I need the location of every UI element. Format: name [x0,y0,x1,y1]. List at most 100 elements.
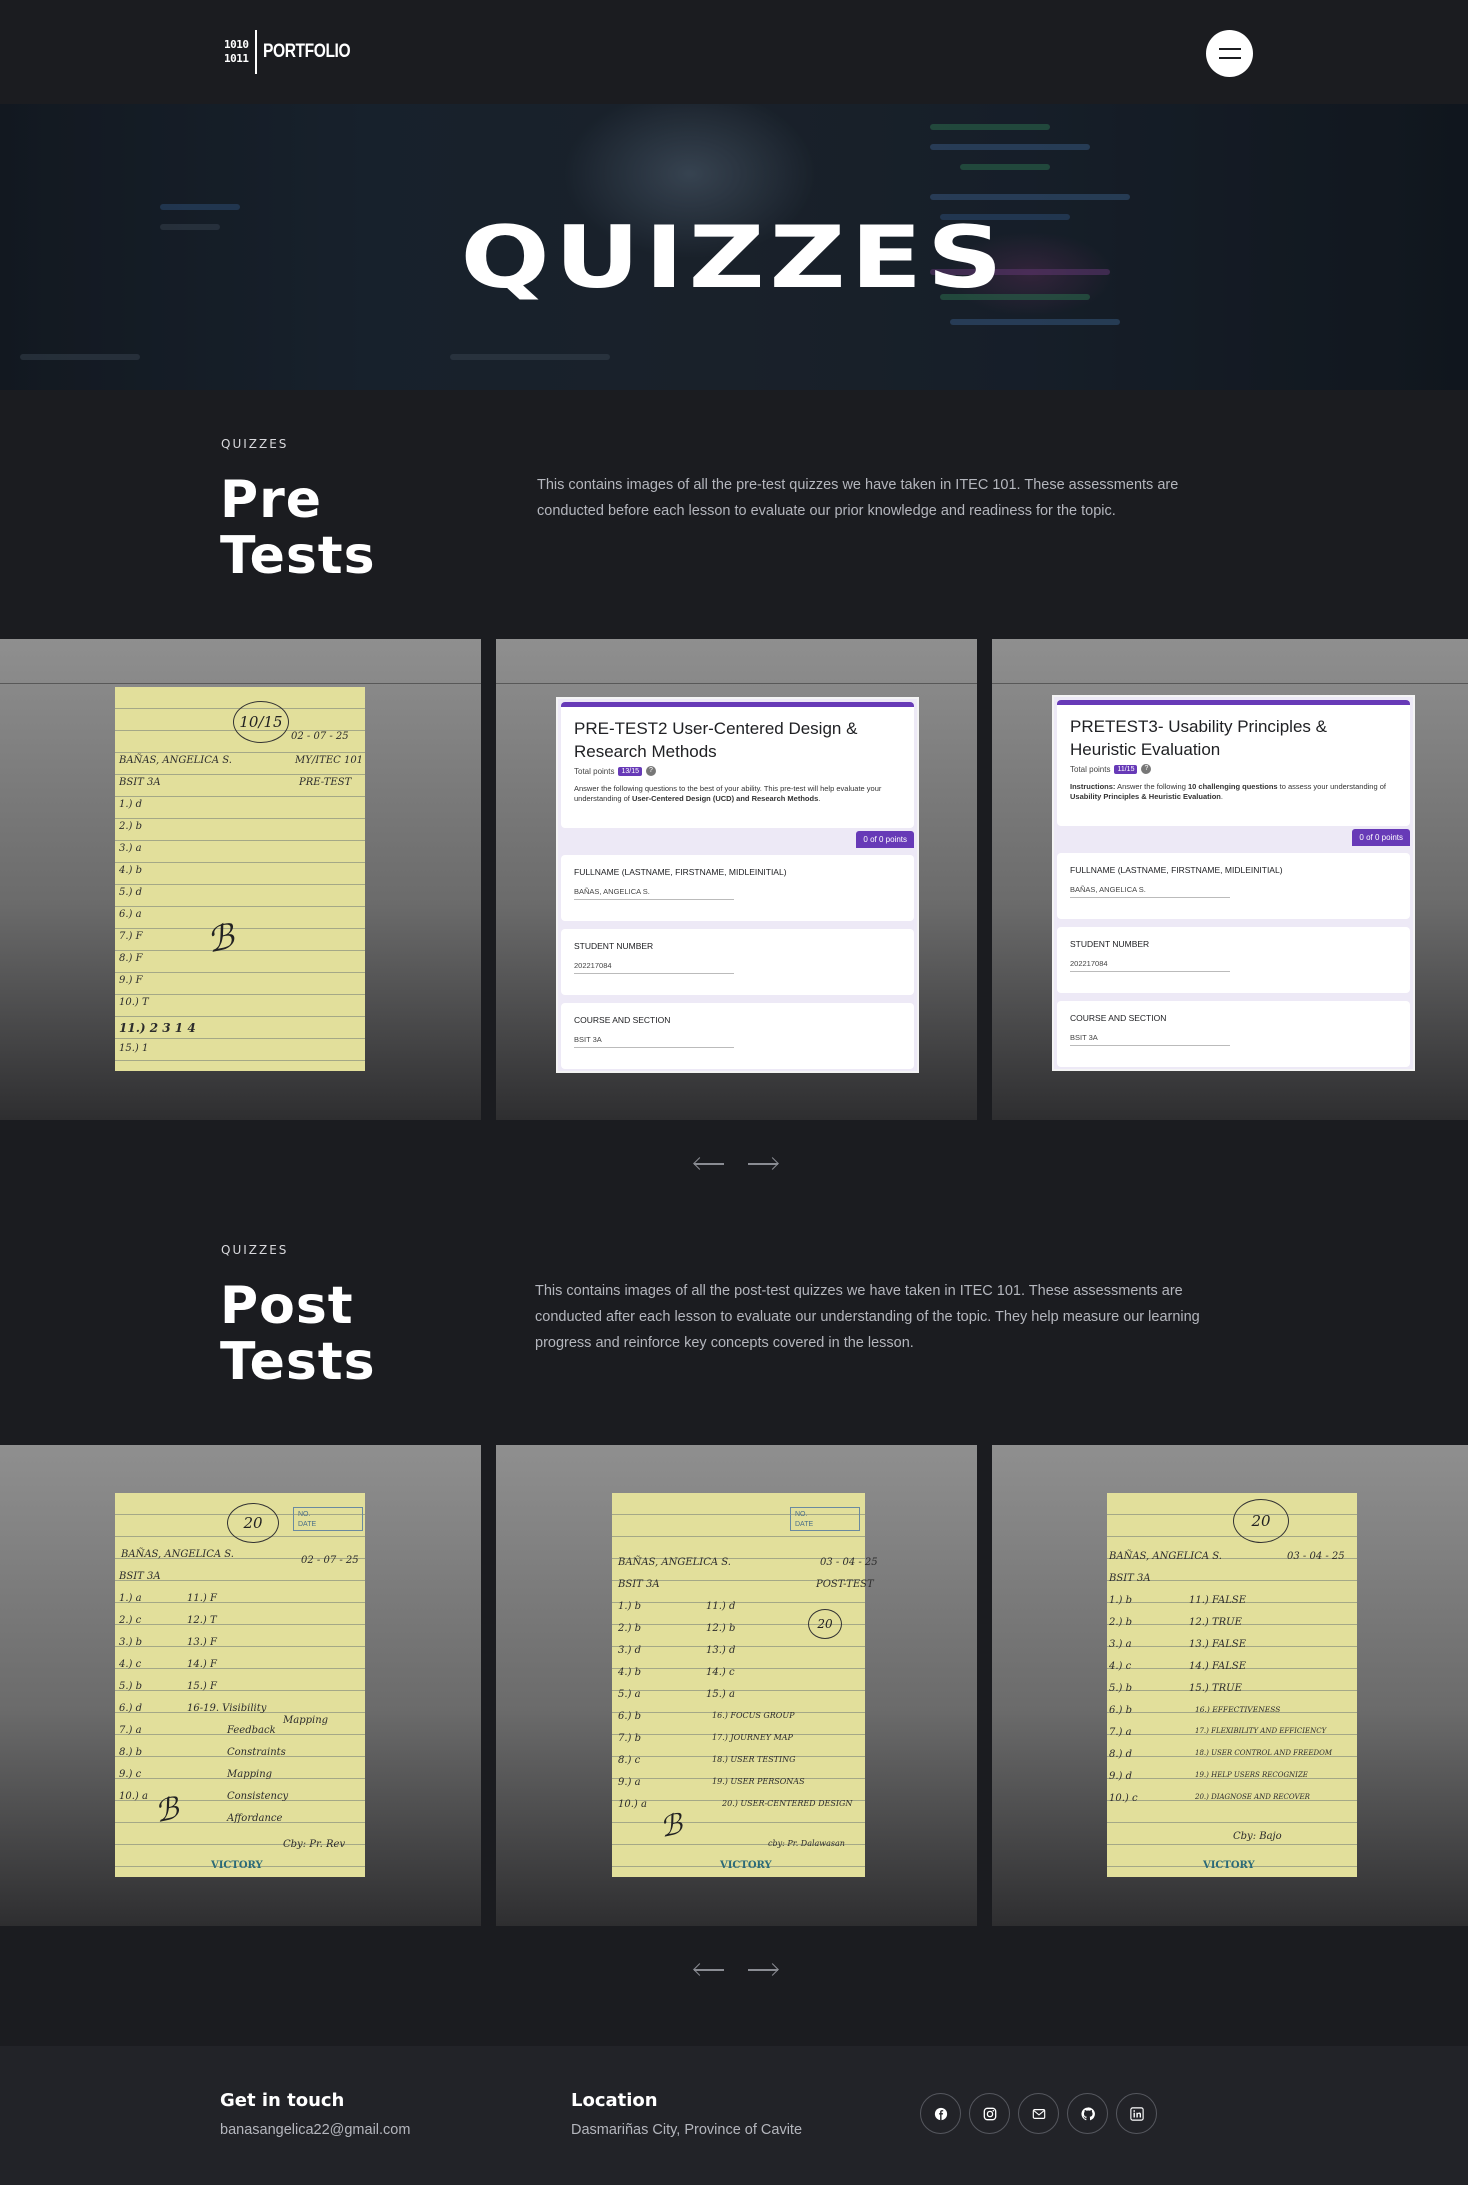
quiz-date: 03 - 04 - 25 [1287,1551,1345,1562]
quiz-answer: 16.) EFFECTIVENESS [1195,1705,1281,1714]
pretest-slide-3[interactable]: PRETEST3- Usability Principles & Heurist… [992,639,1468,1120]
quiz-answer: 2.) b [1109,1617,1133,1628]
posttest-slide-1[interactable]: 20 NO. DATE BAÑAS, ANGELICA S. 02 - 07 - … [0,1445,481,1926]
quiz-answer: 3.) a [119,843,142,854]
field-label: COURSE AND SECTION [1070,1013,1167,1023]
quiz-answer: 20.) USER-CENTERED DESIGN [722,1799,853,1808]
quiz-answer: 11.) F [187,1593,217,1604]
quiz-type: POST-TEST [816,1579,874,1590]
pretest-slide-1[interactable]: 10/15 02 - 07 - 25 BAÑAS, ANGELICA S. MY… [0,639,481,1120]
pretests-title-line-1: Pre [220,470,323,530]
paper-brand-logo: VICTORY [211,1860,263,1871]
quiz-answer: 5.) d [119,887,143,898]
total-points-badge: 13/15 [618,766,642,776]
arrow-right-icon[interactable] [748,1962,779,1978]
quiz-answer: 4.) c [1109,1661,1132,1672]
instagram-link[interactable] [969,2093,1010,2134]
arrow-head [693,1963,706,1976]
posttests-title: Post Tests [220,1278,376,1390]
posttest-slide-3[interactable]: 20 BAÑAS, ANGELICA S. 03 - 04 - 25 BSIT … [992,1445,1468,1926]
checked-by-note: cby: Pr. Dalawasan [768,1839,845,1848]
quiz-answer: 15.) TRUE [1189,1683,1242,1694]
quiz-name: BAÑAS, ANGELICA S. [1109,1551,1222,1562]
contact-heading: Get in touch [220,2090,345,2111]
email-link[interactable] [1018,2093,1059,2134]
field-label: COURSE AND SECTION [574,1015,671,1025]
slide-seam [0,683,481,684]
arrow-left-icon[interactable] [693,1156,724,1172]
arrow-head [766,1157,779,1170]
arrow-head [766,1963,779,1976]
slide-seam [496,683,977,684]
form-header-card: PRE-TEST2 User-Centered Design & Researc… [561,702,914,828]
quiz-answer: 9.) c [119,1769,142,1780]
location-text: Dasmariñas City, Province of Cavite [571,2122,803,2138]
quiz-answer: 10.) a [119,1791,148,1802]
google-form-screenshot: PRE-TEST2 User-Centered Design & Researc… [556,697,919,1073]
no-date-box: NO. DATE [293,1507,363,1531]
logo-divider [254,30,257,74]
quiz-answer: 16-19. Visibility [187,1703,267,1714]
arrow-right-icon[interactable] [748,1156,779,1172]
no-label: NO. [298,1511,311,1518]
form-field: FULLNAME (LASTNAME, FIRSTNAME, MIDLEINIT… [561,855,914,921]
linkedin-icon [1129,2106,1144,2121]
github-link[interactable] [1067,2093,1108,2134]
site-logo[interactable]: 1010 1011 PORTFOLIO [224,30,369,74]
quiz-score: 20 [227,1503,279,1543]
field-value: BAÑAS, ANGELICA S. [1070,885,1230,898]
menu-button[interactable] [1206,30,1253,77]
quiz-answer: 14.) F [187,1659,217,1670]
quiz-paper-image: NO. DATE BAÑAS, ANGELICA S. 03 - 04 - 25 … [612,1493,878,1877]
quiz-paper-image: 10/15 02 - 07 - 25 BAÑAS, ANGELICA S. MY… [115,687,365,1071]
form-field: COURSE AND SECTION BSIT 3A [1057,1001,1410,1067]
quiz-answer: 18.) USER TESTING [712,1755,796,1764]
posttest-slide-2[interactable]: NO. DATE BAÑAS, ANGELICA S. 03 - 04 - 25 … [496,1445,977,1926]
arrow-left-icon[interactable] [693,1962,724,1978]
contact-email-link[interactable]: banasangelica22@gmail.com [220,2122,410,2138]
quiz-answer: 15.) 1 [119,1043,149,1054]
quiz-answer: 3.) a [1109,1639,1132,1650]
quiz-name: BAÑAS, ANGELICA S. [121,1549,234,1560]
quiz-answer: 8.) d [1109,1749,1133,1760]
quiz-paper-image: 20 BAÑAS, ANGELICA S. 03 - 04 - 25 BSIT … [1107,1493,1357,1877]
quiz-answer: 7.) b [618,1733,642,1744]
paper-brand-logo: VICTORY [720,1860,772,1871]
form-total-points: Total points 11/15 ? [1070,764,1397,774]
quiz-answer: 2.) b [618,1623,642,1634]
instructions-bold: User-Centered Design (UCD) and Research … [631,794,819,803]
posttests-title-line-1: Post [220,1276,354,1336]
posttests-gallery: 20 NO. DATE BAÑAS, ANGELICA S. 02 - 07 - … [0,1445,1468,1926]
hero-banner: QUIZZES [0,104,1468,390]
quiz-answer: 19.) HELP USERS RECOGNIZE [1195,1771,1308,1779]
quiz-answer: 15.) a [706,1689,735,1700]
field-value: 202217084 [574,961,734,974]
facebook-link[interactable] [920,2093,961,2134]
quiz-course: MY/ITEC 101 [295,755,364,766]
form-field: COURSE AND SECTION BSIT 3A [561,1003,914,1069]
total-points-badge: 11/15 [1114,764,1138,774]
quiz-answer: 14.) FALSE [1189,1661,1247,1672]
quiz-answer: 10.) c [1109,1793,1138,1804]
field-value: BAÑAS, ANGELICA S. [574,887,734,900]
site-header: 1010 1011 PORTFOLIO [0,0,1468,104]
quiz-answer: 8.) b [119,1747,143,1758]
quiz-answer: 19.) USER PERSONAS [712,1777,805,1786]
quiz-section: BSIT 3A [119,1571,161,1582]
field-value: BSIT 3A [1070,1033,1230,1046]
help-icon: ? [646,766,656,776]
pretest-slide-2[interactable]: PRE-TEST2 User-Centered Design & Researc… [496,639,977,1120]
quiz-date: 02 - 07 - 25 [301,1555,359,1566]
quiz-answer: 1.) b [1109,1595,1133,1606]
quiz-answer: Feedback [227,1725,276,1736]
posttests-description: This contains images of all the post-tes… [535,1283,1200,1351]
google-form-screenshot: PRETEST3- Usability Principles & Heurist… [1052,695,1415,1071]
field-label: FULLNAME (LASTNAME, FIRSTNAME, MIDLEINIT… [1070,865,1283,875]
pretests-eyebrow: QUIZZES [221,437,289,451]
linkedin-link[interactable] [1116,2093,1157,2134]
form-title: PRETEST3- Usability Principles & Heurist… [1070,717,1327,759]
form-field: STUDENT NUMBER 202217084 [561,929,914,995]
logo-bits: 1010 1011 [224,38,249,66]
quiz-section: BSIT 3A [119,777,161,788]
field-value: BSIT 3A [574,1035,734,1048]
